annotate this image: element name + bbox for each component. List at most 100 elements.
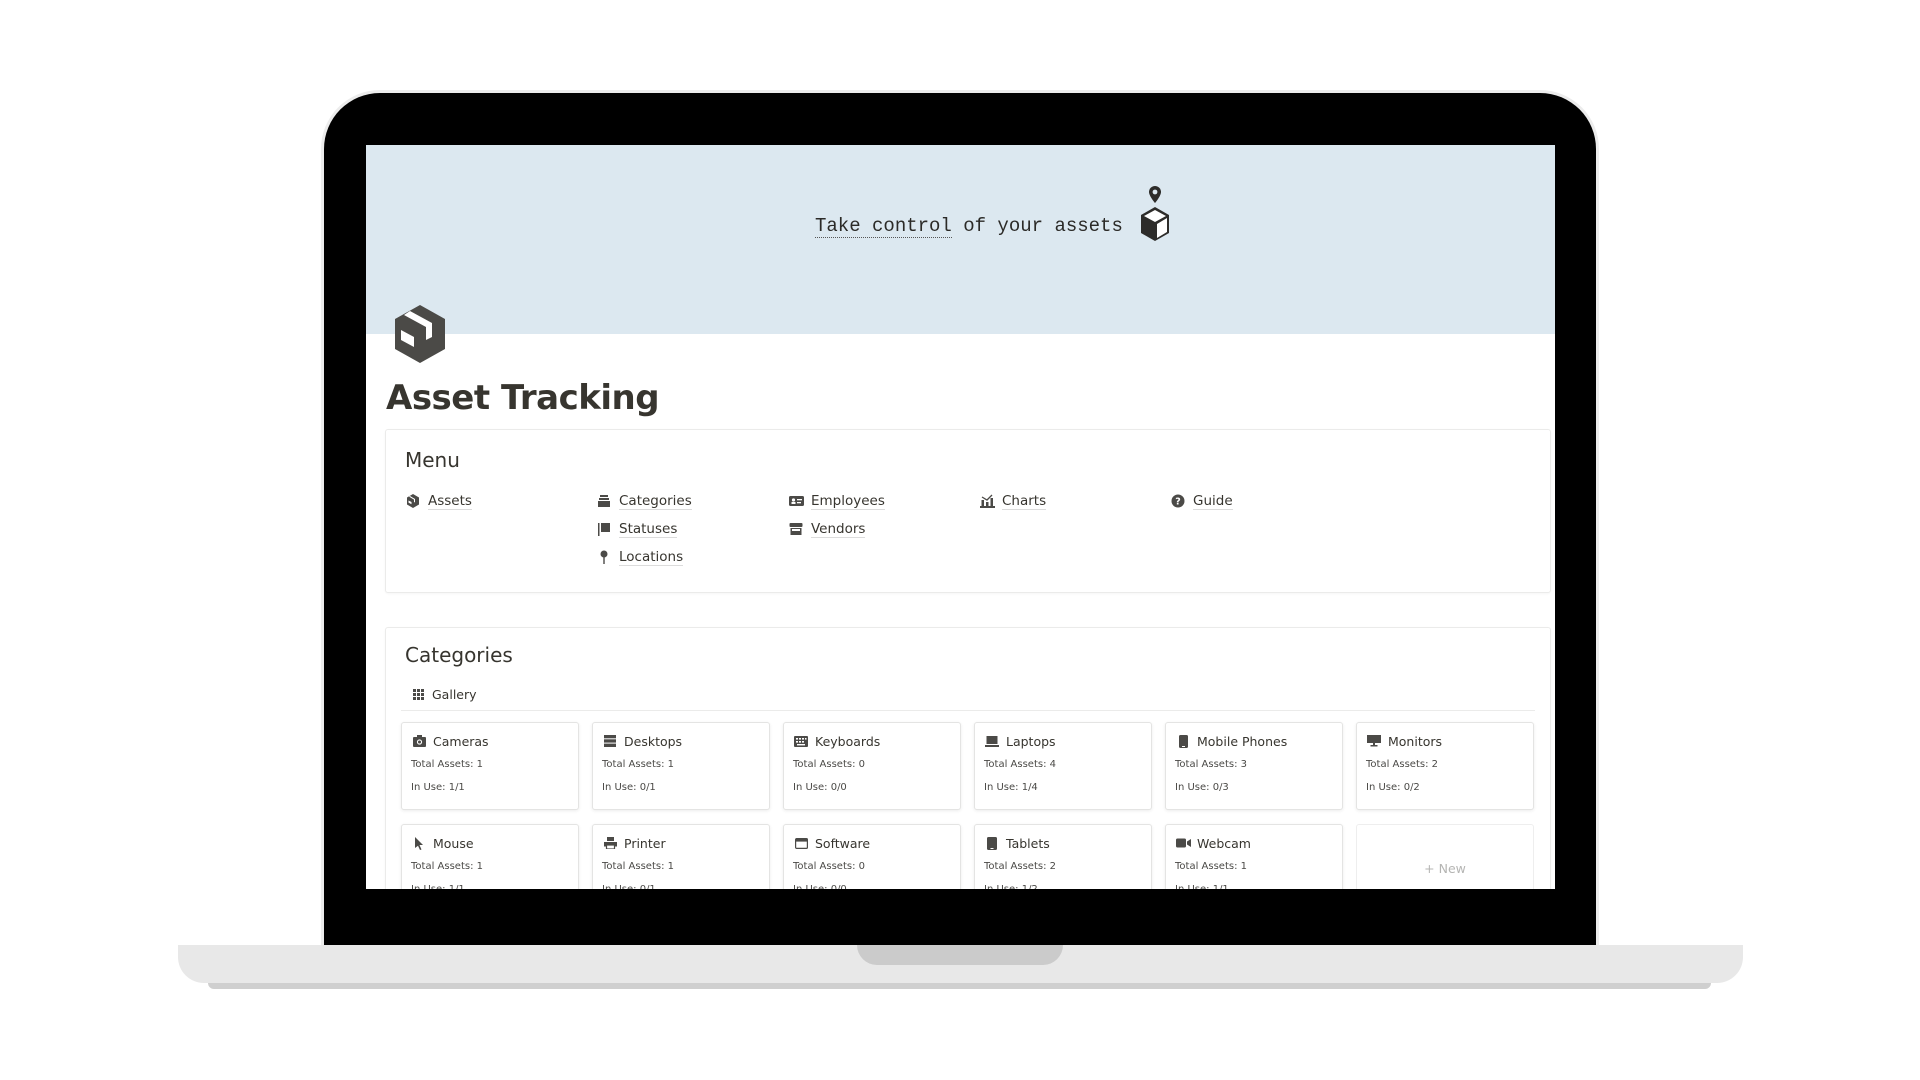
category-card[interactable]: Webcam Total Assets: 1 In Use: 1/1 [1165, 824, 1343, 889]
monitor-icon [1366, 733, 1382, 749]
total-assets: Total Assets: 2 [1366, 759, 1438, 770]
menu-link-assets[interactable]: Assets [405, 492, 472, 510]
new-label: + New [1424, 860, 1466, 876]
menu-link-guide[interactable]: ? Guide [1170, 492, 1233, 510]
categories-heading: Categories [405, 643, 513, 667]
pin-icon [596, 549, 612, 565]
category-card[interactable]: Mouse Total Assets: 1 In Use: 1/1 [401, 824, 579, 889]
in-use: In Use: 0/2 [1366, 782, 1420, 793]
menu-link-locations[interactable]: Locations [596, 548, 692, 566]
menu-column: ? Guide [1170, 492, 1233, 510]
tagline: Take control of your assets [815, 215, 1123, 238]
menu-link-categories[interactable]: Categories [596, 492, 692, 510]
card-title: Keyboards [793, 733, 880, 749]
total-assets: Total Assets: 1 [602, 861, 674, 872]
total-assets: Total Assets: 1 [411, 861, 483, 872]
menu-column: Employees Vendors [788, 492, 885, 538]
flag-icon [596, 521, 612, 537]
in-use: In Use: 0/0 [793, 782, 847, 793]
card-title: Mouse [411, 835, 474, 851]
id-card-icon [788, 493, 804, 509]
card-name: Webcam [1197, 835, 1251, 851]
video-camera-icon [1175, 835, 1191, 851]
menu-column: Assets [405, 492, 472, 510]
menu-panel: Menu Assets Categories Statuses Location… [385, 429, 1551, 593]
total-assets: Total Assets: 0 [793, 759, 865, 770]
card-title: Mobile Phones [1175, 733, 1287, 749]
page-title: Asset Tracking [386, 378, 660, 418]
card-title: Cameras [411, 733, 489, 749]
card-title: Software [793, 835, 870, 851]
total-assets: Total Assets: 4 [984, 759, 1056, 770]
menu-link-charts[interactable]: Charts [979, 492, 1047, 510]
in-use: In Use: 1/1 [1175, 884, 1229, 889]
menu-column: Charts [979, 492, 1047, 510]
in-use: In Use: 0/1 [602, 884, 656, 889]
notion-page: Take control of your assets Asset Tracki… [366, 145, 1555, 889]
laptop-base-shadow [208, 983, 1711, 989]
card-name: Laptops [1006, 733, 1056, 749]
category-card[interactable]: Laptops Total Assets: 4 In Use: 1/4 [974, 722, 1152, 810]
menu-column: Categories Statuses Locations [596, 492, 692, 566]
category-card[interactable]: Monitors Total Assets: 2 In Use: 0/2 [1356, 722, 1534, 810]
category-card[interactable]: Desktops Total Assets: 1 In Use: 0/1 [592, 722, 770, 810]
categories-panel: Categories Gallery Cameras Total Assets: … [385, 627, 1551, 889]
cursor-icon [411, 835, 427, 851]
printer-icon [602, 835, 618, 851]
menu-link-employees[interactable]: Employees [788, 492, 885, 510]
total-assets: Total Assets: 1 [1175, 861, 1247, 872]
package-box-icon [395, 305, 445, 363]
keyboard-icon [793, 733, 809, 749]
cover-banner: Take control of your assets [366, 145, 1555, 334]
category-card[interactable]: Printer Total Assets: 1 In Use: 0/1 [592, 824, 770, 889]
card-name: Printer [624, 835, 666, 851]
total-assets: Total Assets: 1 [411, 759, 483, 770]
total-assets: Total Assets: 3 [1175, 759, 1247, 770]
box-location-icon [1141, 186, 1169, 241]
card-name: Cameras [433, 733, 489, 749]
in-use: In Use: 1/1 [411, 884, 465, 889]
menu-heading: Menu [405, 448, 460, 472]
category-card[interactable]: Keyboards Total Assets: 0 In Use: 0/0 [783, 722, 961, 810]
tagline-link[interactable]: Take control [815, 215, 952, 238]
total-assets: Total Assets: 2 [984, 861, 1056, 872]
category-card[interactable]: Cameras Total Assets: 1 In Use: 1/1 [401, 722, 579, 810]
card-title: Tablets [984, 835, 1050, 851]
question-circle-icon: ? [1170, 493, 1186, 509]
card-name: Software [815, 835, 871, 851]
layers-stack-icon [596, 493, 612, 509]
in-use: In Use: 0/0 [793, 884, 847, 889]
tablet-icon [984, 835, 1000, 851]
grid-icon [410, 686, 426, 702]
laptop-icon [984, 733, 1000, 749]
card-name: Keyboards [815, 733, 881, 749]
category-card[interactable]: Mobile Phones Total Assets: 3 In Use: 0/3 [1165, 722, 1343, 810]
new-card-button[interactable]: + New [1356, 824, 1534, 889]
card-name: Mouse [433, 835, 474, 851]
card-name: Monitors [1388, 733, 1443, 749]
total-assets: Total Assets: 1 [602, 759, 674, 770]
card-name: Mobile Phones [1197, 733, 1288, 749]
card-name: Desktops [624, 733, 683, 749]
card-title: Desktops [602, 733, 682, 749]
in-use: In Use: 1/4 [984, 782, 1038, 793]
card-title: Webcam [1175, 835, 1251, 851]
window-icon [793, 835, 809, 851]
in-use: In Use: 0/1 [602, 782, 656, 793]
camera-icon [411, 733, 427, 749]
card-title: Monitors [1366, 733, 1442, 749]
store-icon [788, 521, 804, 537]
in-use: In Use: 1/1 [411, 782, 465, 793]
menu-link-statuses[interactable]: Statuses [596, 520, 692, 538]
laptop-notch [857, 945, 1063, 965]
category-card[interactable]: Software Total Assets: 0 In Use: 0/0 [783, 824, 961, 889]
in-use: In Use: 1/2 [984, 884, 1038, 889]
menu-link-vendors[interactable]: Vendors [788, 520, 885, 538]
box-icon [405, 493, 421, 509]
gallery-grid: Cameras Total Assets: 1 In Use: 1/1 Desktop… [401, 722, 1534, 889]
card-name: Tablets [1006, 835, 1050, 851]
in-use: In Use: 0/3 [1175, 782, 1229, 793]
category-card[interactable]: Tablets Total Assets: 2 In Use: 1/2 [974, 824, 1152, 889]
server-icon [602, 733, 618, 749]
view-tab-gallery[interactable]: Gallery [410, 686, 477, 702]
